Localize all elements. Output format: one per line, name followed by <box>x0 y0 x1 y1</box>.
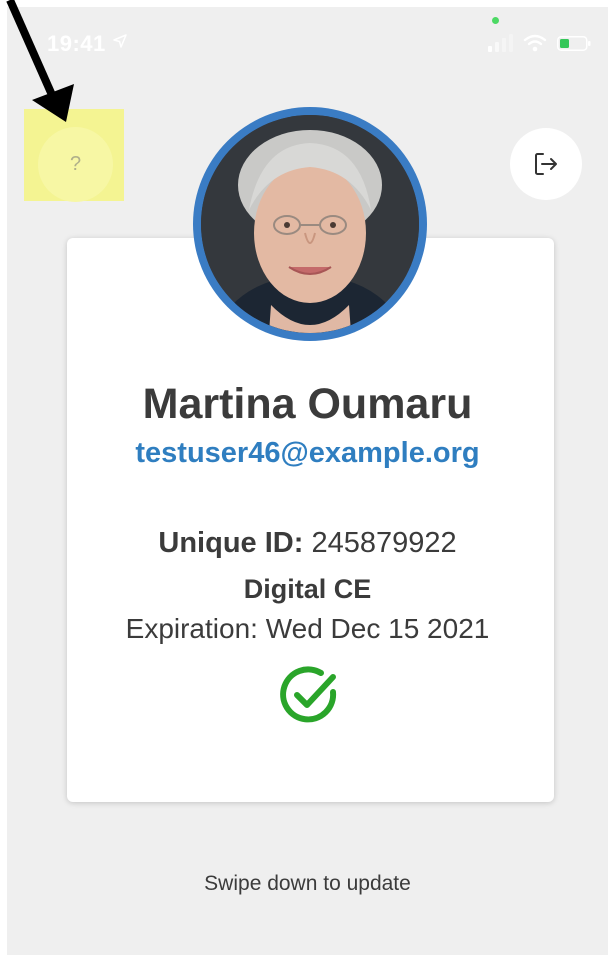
check-circle-icon <box>280 666 337 723</box>
user-name: Martina Oumaru <box>142 380 473 428</box>
user-email[interactable]: testuser46@example.org <box>7 437 608 470</box>
annotation-arrow-icon <box>6 0 74 122</box>
expiration-date: Expiration: Wed Dec 15 2021 <box>125 613 490 644</box>
logout-button[interactable] <box>510 128 582 200</box>
certificate-name: Digital CE <box>243 574 372 604</box>
avatar <box>201 115 419 333</box>
app-screen: 19:41 ? Martina Oumaru testuser46@exampl… <box>7 7 608 955</box>
logout-icon <box>535 153 557 175</box>
wifi-icon <box>523 34 547 52</box>
question-mark-icon: ? <box>69 153 82 175</box>
help-button[interactable]: ? <box>38 127 113 202</box>
unique-id: Unique ID: 245879922 <box>7 527 608 560</box>
unique-id-label: Unique ID: <box>158 527 304 559</box>
swipe-hint: Swipe down to update <box>204 872 411 895</box>
privacy-indicator-dot <box>492 17 499 24</box>
unique-id-value: 245879922 <box>303 527 457 559</box>
battery-icon <box>557 36 591 51</box>
cellular-signal-icon <box>488 34 513 52</box>
avatar-photo <box>201 115 419 333</box>
